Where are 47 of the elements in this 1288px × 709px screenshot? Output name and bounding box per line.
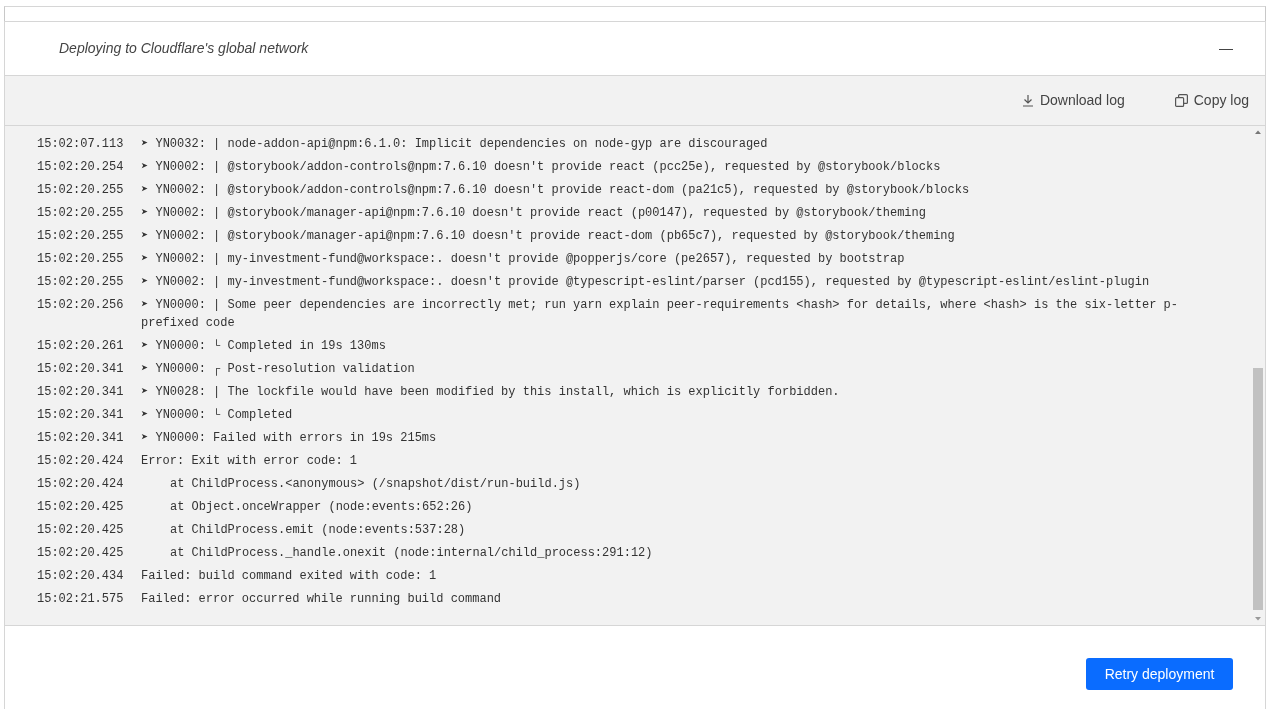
log-message: ➤ YN0002: | @storybook/addon-controls@npm:7.6.10 doesn't provide react (pcc25e), requested by @storybook/blocks (141, 159, 942, 176)
log-message: Failed: build command exited with code: 1 (141, 568, 438, 585)
log-timestamp: 15:02:20.425 (37, 522, 125, 539)
log-message: at ChildProcess.emit (node:events:537:28) (169, 522, 467, 539)
log-message: ➤ YN0000: └ Completed in 19s 130ms (141, 338, 387, 355)
log-message: Failed: error occurred while running build command (141, 591, 503, 608)
log-timestamp: 15:02:20.425 (37, 499, 125, 516)
log-timestamp: 15:02:20.424 (37, 476, 125, 493)
retry-deployment-button[interactable]: Retry deployment (1086, 658, 1233, 690)
log-timestamp: 15:02:20.341 (37, 384, 125, 401)
log-timestamp: 15:02:20.254 (37, 159, 125, 176)
log-message: ➤ YN0002: | my-investment-fund@workspace:. doesn't provide @popperjs/core (pe2657), requested by bootstrap (141, 251, 906, 268)
log-message: ➤ YN0002: | my-investment-fund@workspace:. doesn't provide @typescript-eslint/parser (pcd155), requested by @typescript-eslint/eslint-plugin (141, 274, 1151, 291)
log-timestamp: 15:02:07.113 (37, 136, 125, 153)
log-message: Error: Exit with error code: 1 (141, 453, 359, 470)
log-message: ➤ YN0002: | @storybook/addon-controls@npm:7.6.10 doesn't provide react-dom (pa21c5), requested by @storybook/blocks (141, 182, 971, 199)
section-title: Deploying to Cloudflare's global network (59, 39, 309, 58)
copy-icon (1174, 94, 1188, 107)
log-timestamp: 15:02:20.424 (37, 453, 125, 470)
log-message: ➤ YN0000: ┌ Post-resolution validation (141, 361, 416, 378)
log-message: ➤ YN0032: | node-addon-api@npm:6.1.0: Implicit dependencies on node-gyp are discouraged (141, 136, 769, 153)
log-timestamp: 15:02:20.341 (37, 407, 125, 424)
log-message: ➤ YN0000: | Some peer dependencies are incorrectly met; run yarn explain peer-requirements <hash> for details, where <hash> is the six-letter p-prefixed code (141, 297, 1179, 332)
log-timestamp: 15:02:20.255 (37, 251, 125, 268)
log-timestamp: 15:02:20.256 (37, 297, 125, 314)
copy-log-button[interactable]: Copy log (1174, 90, 1249, 111)
log-message: ➤ YN0028: | The lockfile would have been modified by this install, which is explicitly forbidden. (141, 384, 841, 401)
log-timestamp: 15:02:20.341 (37, 430, 125, 447)
log-timestamp: 15:02:21.575 (37, 591, 125, 608)
log-timestamp: 15:02:20.255 (37, 228, 125, 245)
log-message: ➤ YN0002: | @storybook/manager-api@npm:7.6.10 doesn't provide react-dom (pb65c7), requested by @storybook/theming (141, 228, 956, 245)
log-timestamp: 15:02:20.341 (37, 361, 125, 378)
log-message: at ChildProcess._handle.onexit (node:internal/child_process:291:12) (169, 545, 654, 562)
log-message: ➤ YN0002: | @storybook/manager-api@npm:7.6.10 doesn't provide react (p00147), requested by @storybook/theming (141, 205, 927, 222)
download-log-button[interactable]: Download log (1021, 90, 1125, 111)
log-timestamp: 15:02:20.255 (37, 274, 125, 291)
log-timestamp: 15:02:20.255 (37, 182, 125, 199)
log-timestamp: 15:02:20.255 (37, 205, 125, 222)
collapse-button[interactable]: — (1219, 38, 1233, 59)
log-message: ➤ YN0000: └ Completed (141, 407, 294, 424)
log-timestamp: 15:02:20.434 (37, 568, 125, 585)
log-timestamp: 15:02:20.261 (37, 338, 125, 355)
log-message: ➤ YN0000: Failed with errors in 19s 215ms (141, 430, 438, 447)
log-message: at ChildProcess.<anonymous> (/snapshot/dist/run-build.js) (169, 476, 582, 493)
log-message: at Object.onceWrapper (node:events:652:26) (169, 499, 474, 516)
download-icon (1021, 94, 1034, 107)
log-timestamp: 15:02:20.425 (37, 545, 125, 562)
